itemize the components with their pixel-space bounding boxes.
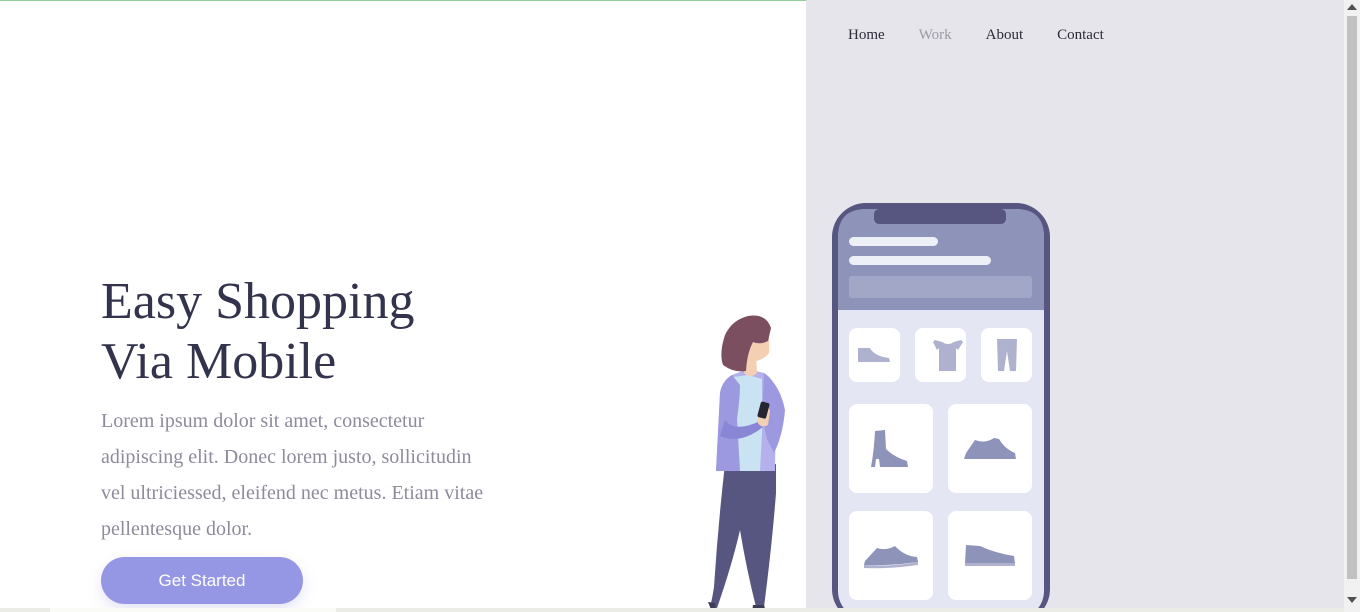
nav-contact[interactable]: Contact: [1057, 26, 1104, 44]
hero-description-line: pellentesque dolor.: [101, 518, 253, 540]
hero-description: Lorem ipsum dolor sit amet, consectetur …: [101, 403, 521, 547]
woman-illustration: [708, 315, 785, 612]
nav-home[interactable]: Home: [848, 26, 885, 44]
nav-work[interactable]: Work: [919, 26, 952, 44]
nav-about[interactable]: About: [986, 26, 1024, 44]
scroll-down-arrow-icon[interactable]: [1347, 597, 1357, 603]
get-started-button[interactable]: Get Started: [101, 557, 303, 604]
mobile-shopping-illustration: [708, 203, 1050, 612]
hero-title-line-2: Via Mobile: [101, 333, 337, 390]
hero-description-line: vel ultriciessed, eleifend nec metus. Et…: [101, 482, 484, 504]
hero-title-line-1: Easy Shopping: [101, 273, 415, 330]
bottom-strip-highlight: [50, 608, 336, 612]
scroll-up-arrow-icon[interactable]: [1347, 4, 1357, 10]
hero-title: Easy Shopping Via Mobile: [101, 272, 521, 392]
main-nav: Home Work About Contact: [848, 26, 1138, 44]
hero-description-line: adipiscing elit. Donec lorem justo, soll…: [101, 446, 472, 468]
scrollbar-thumb[interactable]: [1347, 16, 1357, 579]
phone-illustration: [832, 203, 1050, 612]
hero-description-line: Lorem ipsum dolor sit amet, consectetur: [101, 410, 425, 432]
